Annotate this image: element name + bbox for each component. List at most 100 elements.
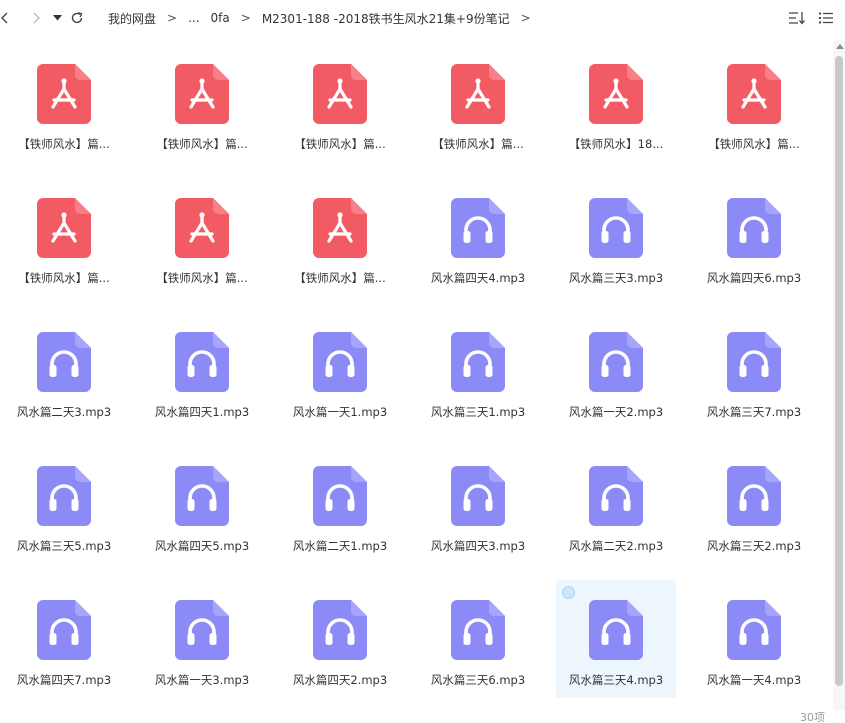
history-dropdown-button[interactable] [50, 6, 64, 30]
file-grid: 【铁师风水】篇... 【铁师风水】篇... 【铁师风水】篇... 【铁师风水】篇...… [0, 44, 830, 714]
file-item-mp3[interactable]: 风水篇二天2.mp3 [556, 446, 676, 564]
file-name-label: 风水篇一天1.mp3 [292, 405, 388, 419]
pdf-file-icon [175, 198, 229, 258]
file-item-pdf[interactable]: 【铁师风水】篇... [694, 44, 814, 162]
file-name-label: 风水篇三天4.mp3 [568, 673, 664, 687]
scrollbar-thumb[interactable] [835, 56, 843, 686]
file-item-mp3[interactable]: 风水篇四天2.mp3 [280, 580, 400, 698]
file-name-label: 【铁师风水】篇... [432, 137, 524, 151]
pdf-file-icon [313, 198, 367, 258]
breadcrumb-item-current[interactable]: M2301-188 -2018铁书生风水21集+9份笔记 [262, 10, 510, 27]
file-name-label: 【铁师风水】篇... [294, 137, 386, 151]
audio-file-headphones-icon [451, 600, 505, 660]
file-name-label: 风水篇四天1.mp3 [154, 405, 250, 419]
chevron-left-icon [1, 12, 8, 24]
sort-icon [789, 12, 805, 25]
file-item-pdf[interactable]: 【铁师风水】篇... [142, 44, 262, 162]
file-name-label: 风水篇四天3.mp3 [430, 539, 526, 553]
view-mode-button[interactable] [815, 8, 837, 28]
file-name-label: 【铁师风水】18... [568, 137, 664, 151]
file-name-label: 风水篇四天2.mp3 [292, 673, 388, 687]
file-name-label: 风水篇三天1.mp3 [430, 405, 526, 419]
refresh-button[interactable] [68, 6, 86, 30]
audio-file-headphones-icon [313, 466, 367, 526]
forward-button[interactable] [28, 6, 44, 30]
audio-file-headphones-icon [37, 600, 91, 660]
audio-file-headphones-icon [175, 600, 229, 660]
select-checkbox[interactable] [562, 586, 575, 599]
file-item-pdf[interactable]: 【铁师风水】18... [556, 44, 676, 162]
file-name-label: 【铁师风水】篇... [156, 137, 248, 151]
file-item-mp3[interactable]: 风水篇二天1.mp3 [280, 446, 400, 564]
file-item-mp3[interactable]: 风水篇四天3.mp3 [418, 446, 538, 564]
audio-file-headphones-icon [451, 466, 505, 526]
file-name-label: 风水篇三天3.mp3 [568, 271, 664, 285]
file-item-pdf[interactable]: 【铁师风水】篇... [280, 178, 400, 296]
file-item-pdf[interactable]: 【铁师风水】篇... [4, 44, 124, 162]
breadcrumb-separator: > [520, 11, 531, 25]
file-name-label: 风水篇三天7.mp3 [706, 405, 802, 419]
file-item-mp3[interactable]: 风水篇三天5.mp3 [4, 446, 124, 564]
file-name-label: 【铁师风水】篇... [18, 271, 110, 285]
audio-file-headphones-icon [37, 332, 91, 392]
audio-file-headphones-icon [589, 600, 643, 660]
file-item-mp3[interactable]: 风水篇一天1.mp3 [280, 312, 400, 430]
pdf-file-icon [313, 64, 367, 124]
audio-file-headphones-icon [313, 332, 367, 392]
audio-file-headphones-icon [589, 198, 643, 258]
file-name-label: 风水篇三天5.mp3 [16, 539, 112, 553]
breadcrumb-separator: > [167, 11, 178, 25]
file-browser-window: 我的网盘 > ... 0fa > M2301-188 -2018铁书生风水21集… [0, 0, 845, 723]
scroll-up-arrow-icon[interactable] [836, 44, 844, 49]
file-item-mp3[interactable]: 风水篇一天4.mp3 [694, 580, 814, 698]
audio-file-headphones-icon [727, 332, 781, 392]
file-item-pdf[interactable]: 【铁师风水】篇... [418, 44, 538, 162]
pdf-file-icon [37, 198, 91, 258]
file-item-mp3[interactable]: 风水篇三天4.mp3 [556, 580, 676, 698]
file-name-label: 风水篇四天6.mp3 [706, 271, 802, 285]
breadcrumb-item-ellipsis[interactable]: ... [188, 11, 199, 25]
file-name-label: 【铁师风水】篇... [156, 271, 248, 285]
file-item-pdf[interactable]: 【铁师风水】篇... [280, 44, 400, 162]
file-name-label: 【铁师风水】篇... [708, 137, 800, 151]
item-count: 30项 [800, 711, 825, 723]
file-item-mp3[interactable]: 风水篇一天3.mp3 [142, 580, 262, 698]
caret-down-icon [52, 15, 62, 21]
sort-button[interactable] [786, 8, 808, 28]
audio-file-headphones-icon [589, 466, 643, 526]
file-name-label: 风水篇三天2.mp3 [706, 539, 802, 553]
file-item-mp3[interactable]: 风水篇二天3.mp3 [4, 312, 124, 430]
file-item-mp3[interactable]: 风水篇三天2.mp3 [694, 446, 814, 564]
file-item-mp3[interactable]: 风水篇四天1.mp3 [142, 312, 262, 430]
file-name-label: 风水篇一天4.mp3 [706, 673, 802, 687]
breadcrumb-item-0fa[interactable]: 0fa [211, 11, 230, 25]
breadcrumb-item-root[interactable]: 我的网盘 [108, 10, 156, 27]
file-item-mp3[interactable]: 风水篇三天7.mp3 [694, 312, 814, 430]
audio-file-headphones-icon [451, 332, 505, 392]
file-item-mp3[interactable]: 风水篇四天5.mp3 [142, 446, 262, 564]
chevron-right-icon [33, 12, 40, 24]
audio-file-headphones-icon [175, 332, 229, 392]
file-item-mp3[interactable]: 风水篇一天2.mp3 [556, 312, 676, 430]
pdf-file-icon [727, 64, 781, 124]
file-name-label: 【铁师风水】篇... [294, 271, 386, 285]
file-item-mp3[interactable]: 风水篇四天4.mp3 [418, 178, 538, 296]
file-item-mp3[interactable]: 风水篇三天3.mp3 [556, 178, 676, 296]
file-item-mp3[interactable]: 风水篇三天1.mp3 [418, 312, 538, 430]
audio-file-headphones-icon [589, 332, 643, 392]
file-name-label: 风水篇一天3.mp3 [154, 673, 250, 687]
file-name-label: 风水篇二天1.mp3 [292, 539, 388, 553]
pdf-file-icon [451, 64, 505, 124]
file-item-pdf[interactable]: 【铁师风水】篇... [142, 178, 262, 296]
file-item-mp3[interactable]: 风水篇四天7.mp3 [4, 580, 124, 698]
file-name-label: 风水篇一天2.mp3 [568, 405, 664, 419]
file-item-mp3[interactable]: 风水篇四天6.mp3 [694, 178, 814, 296]
back-button[interactable] [0, 6, 12, 30]
file-name-label: 风水篇四天7.mp3 [16, 673, 112, 687]
pdf-file-icon [175, 64, 229, 124]
file-item-pdf[interactable]: 【铁师风水】篇... [4, 178, 124, 296]
toolbar: 我的网盘 > ... 0fa > M2301-188 -2018铁书生风水21集… [0, 0, 845, 36]
audio-file-headphones-icon [37, 466, 91, 526]
file-item-mp3[interactable]: 风水篇三天6.mp3 [418, 580, 538, 698]
pdf-file-icon [37, 64, 91, 124]
